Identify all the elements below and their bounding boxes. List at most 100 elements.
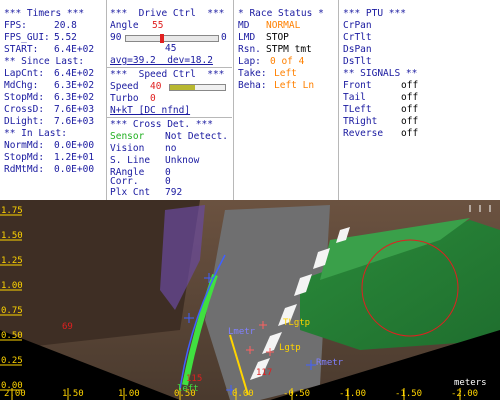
timer-label: START:	[4, 44, 39, 55]
nkt-status: N+kT [DC nfnd]	[110, 105, 191, 116]
ptu-item: CrTlt	[343, 32, 372, 43]
y-tick-label: 1.50	[1, 231, 23, 241]
since-label: DLight:	[4, 116, 45, 127]
x-tick-label: 1.50	[62, 389, 84, 399]
in-label: NormMd:	[4, 140, 45, 151]
turbo-value: 0	[150, 93, 156, 104]
cross-label: S. Line	[110, 155, 151, 166]
rmetr-label: Rmetr	[316, 358, 344, 368]
in-label: RdMtMd:	[4, 164, 45, 175]
since-last-title: ** Since Last:	[4, 56, 85, 67]
speed-label: Speed	[110, 81, 139, 92]
in-value: 1.2E+01	[54, 152, 95, 163]
since-label: StopMd:	[4, 92, 45, 103]
y-tick-label: 1.00	[1, 281, 23, 291]
speed-bar	[169, 84, 226, 91]
in-last-title: ** In Last:	[4, 128, 67, 139]
cross-value: Unknow	[165, 155, 200, 166]
cross-value: Not Detect.	[165, 131, 228, 142]
since-value: 6.3E+02	[54, 92, 95, 103]
angle-label: Angle	[110, 20, 139, 31]
left-label: left	[177, 384, 199, 394]
speed-value: 40	[150, 81, 162, 92]
signal-value: off	[401, 116, 419, 127]
race-value: STOP	[266, 32, 289, 43]
ptu-title: *** PTU ***	[343, 8, 406, 19]
race-value: 0 of 4	[270, 56, 305, 67]
slider-value: 45	[165, 43, 177, 54]
ptu-item: DsTlt	[343, 56, 372, 67]
signal-value: off	[401, 104, 419, 115]
since-value: 6.4E+02	[54, 68, 95, 79]
y-tick-label: 0.25	[1, 356, 23, 366]
y-tick-label: 1.75	[1, 206, 23, 216]
race-value: Left Ln	[274, 80, 315, 91]
race-panel: * Race Status * MD NORMAL LMD STOP Rsn. …	[234, 0, 338, 200]
since-label: MdChg:	[4, 80, 39, 91]
since-value: 7.6E+03	[54, 116, 95, 127]
cross-label: Vision	[110, 143, 145, 154]
num-115: 115	[186, 374, 203, 384]
num-69: 69	[62, 322, 73, 332]
race-value: NORMAL	[266, 20, 301, 31]
since-value: 6.3E+02	[54, 80, 95, 91]
since-label: LapCnt:	[4, 68, 45, 79]
cross-label: Sensor	[110, 131, 145, 142]
x-tick-label: -2.00	[451, 389, 479, 399]
section-divider	[107, 117, 232, 118]
in-label: StopMd:	[4, 152, 45, 163]
timer-value: 6.4E+02	[54, 44, 95, 55]
timer-label: FPS_GUI:	[4, 32, 50, 43]
ptu-item: DsPan	[343, 44, 372, 55]
timers-title: *** Timers ***	[4, 8, 85, 19]
x-tick-label: 2.00	[4, 389, 26, 399]
y-tick-label: 0.50	[1, 331, 23, 341]
timer-label: FPS:	[4, 20, 27, 31]
timer-value: 20.8	[54, 20, 77, 31]
race-label: Lap:	[238, 56, 261, 67]
slider-max: 0	[221, 32, 227, 43]
signal-value: off	[401, 92, 419, 103]
timer-value: 5.52	[54, 32, 77, 43]
signal-label: Front	[343, 80, 372, 91]
signal-label: Reverse	[343, 128, 384, 139]
timers-panel: *** Timers *** FPS: 20.8 FPS_GUI: 5.52 S…	[0, 0, 105, 200]
cross-value: no	[165, 143, 177, 154]
x-tick-label: 0.00	[232, 389, 254, 399]
speed-bar-fill	[170, 85, 195, 90]
drive-panel: *** Drive Ctrl *** Angle 55 90 0 45 avg=…	[107, 0, 232, 200]
turbo-label: Turbo	[110, 93, 139, 104]
lmetr-label: Lmetr	[228, 327, 256, 337]
in-value: 0.0E+00	[54, 140, 95, 151]
cross-value: 792	[165, 187, 183, 198]
units-label: meters	[454, 378, 487, 388]
cross-label: Plx Cnt	[110, 187, 151, 198]
angle-stats: avg=39.2 dev=18.2	[110, 55, 213, 66]
race-label: Beha:	[238, 80, 267, 91]
y-tick-label: 0.75	[1, 306, 23, 316]
race-label: MD	[238, 20, 250, 31]
angle-slider[interactable]	[125, 34, 219, 43]
ptu-item: CrPan	[343, 20, 372, 31]
in-value: 0.0E+00	[54, 164, 95, 175]
angle-slider-handle[interactable]	[160, 34, 165, 43]
y-tick-label: 1.25	[1, 256, 23, 266]
speed-title: *** Speed Ctrl ***	[110, 69, 225, 80]
race-label: Take:	[238, 68, 267, 79]
signal-label: TRight	[343, 116, 378, 127]
camera-view: 1.75 1.50 1.25 1.00 0.75 0.50 0.25 0.00 …	[0, 200, 500, 400]
race-value: Left	[274, 68, 297, 79]
angle-value: 55	[152, 20, 164, 31]
cross-title: *** Cross Det. ***	[110, 119, 213, 130]
x-tick-label: -1.50	[395, 389, 423, 399]
signal-value: off	[401, 128, 419, 139]
since-value: 7.6E+03	[54, 104, 95, 115]
since-label: CrossD:	[4, 104, 45, 115]
signal-label: TLeft	[343, 104, 372, 115]
tlgtp-label: TLgtp	[283, 318, 311, 328]
cross-label: Corr.	[110, 176, 139, 187]
race-title: * Race Status *	[238, 8, 324, 19]
signals-title: ** SIGNALS **	[343, 68, 418, 79]
race-value: STPM tmt	[266, 44, 312, 55]
signal-label: Tail	[343, 92, 366, 103]
